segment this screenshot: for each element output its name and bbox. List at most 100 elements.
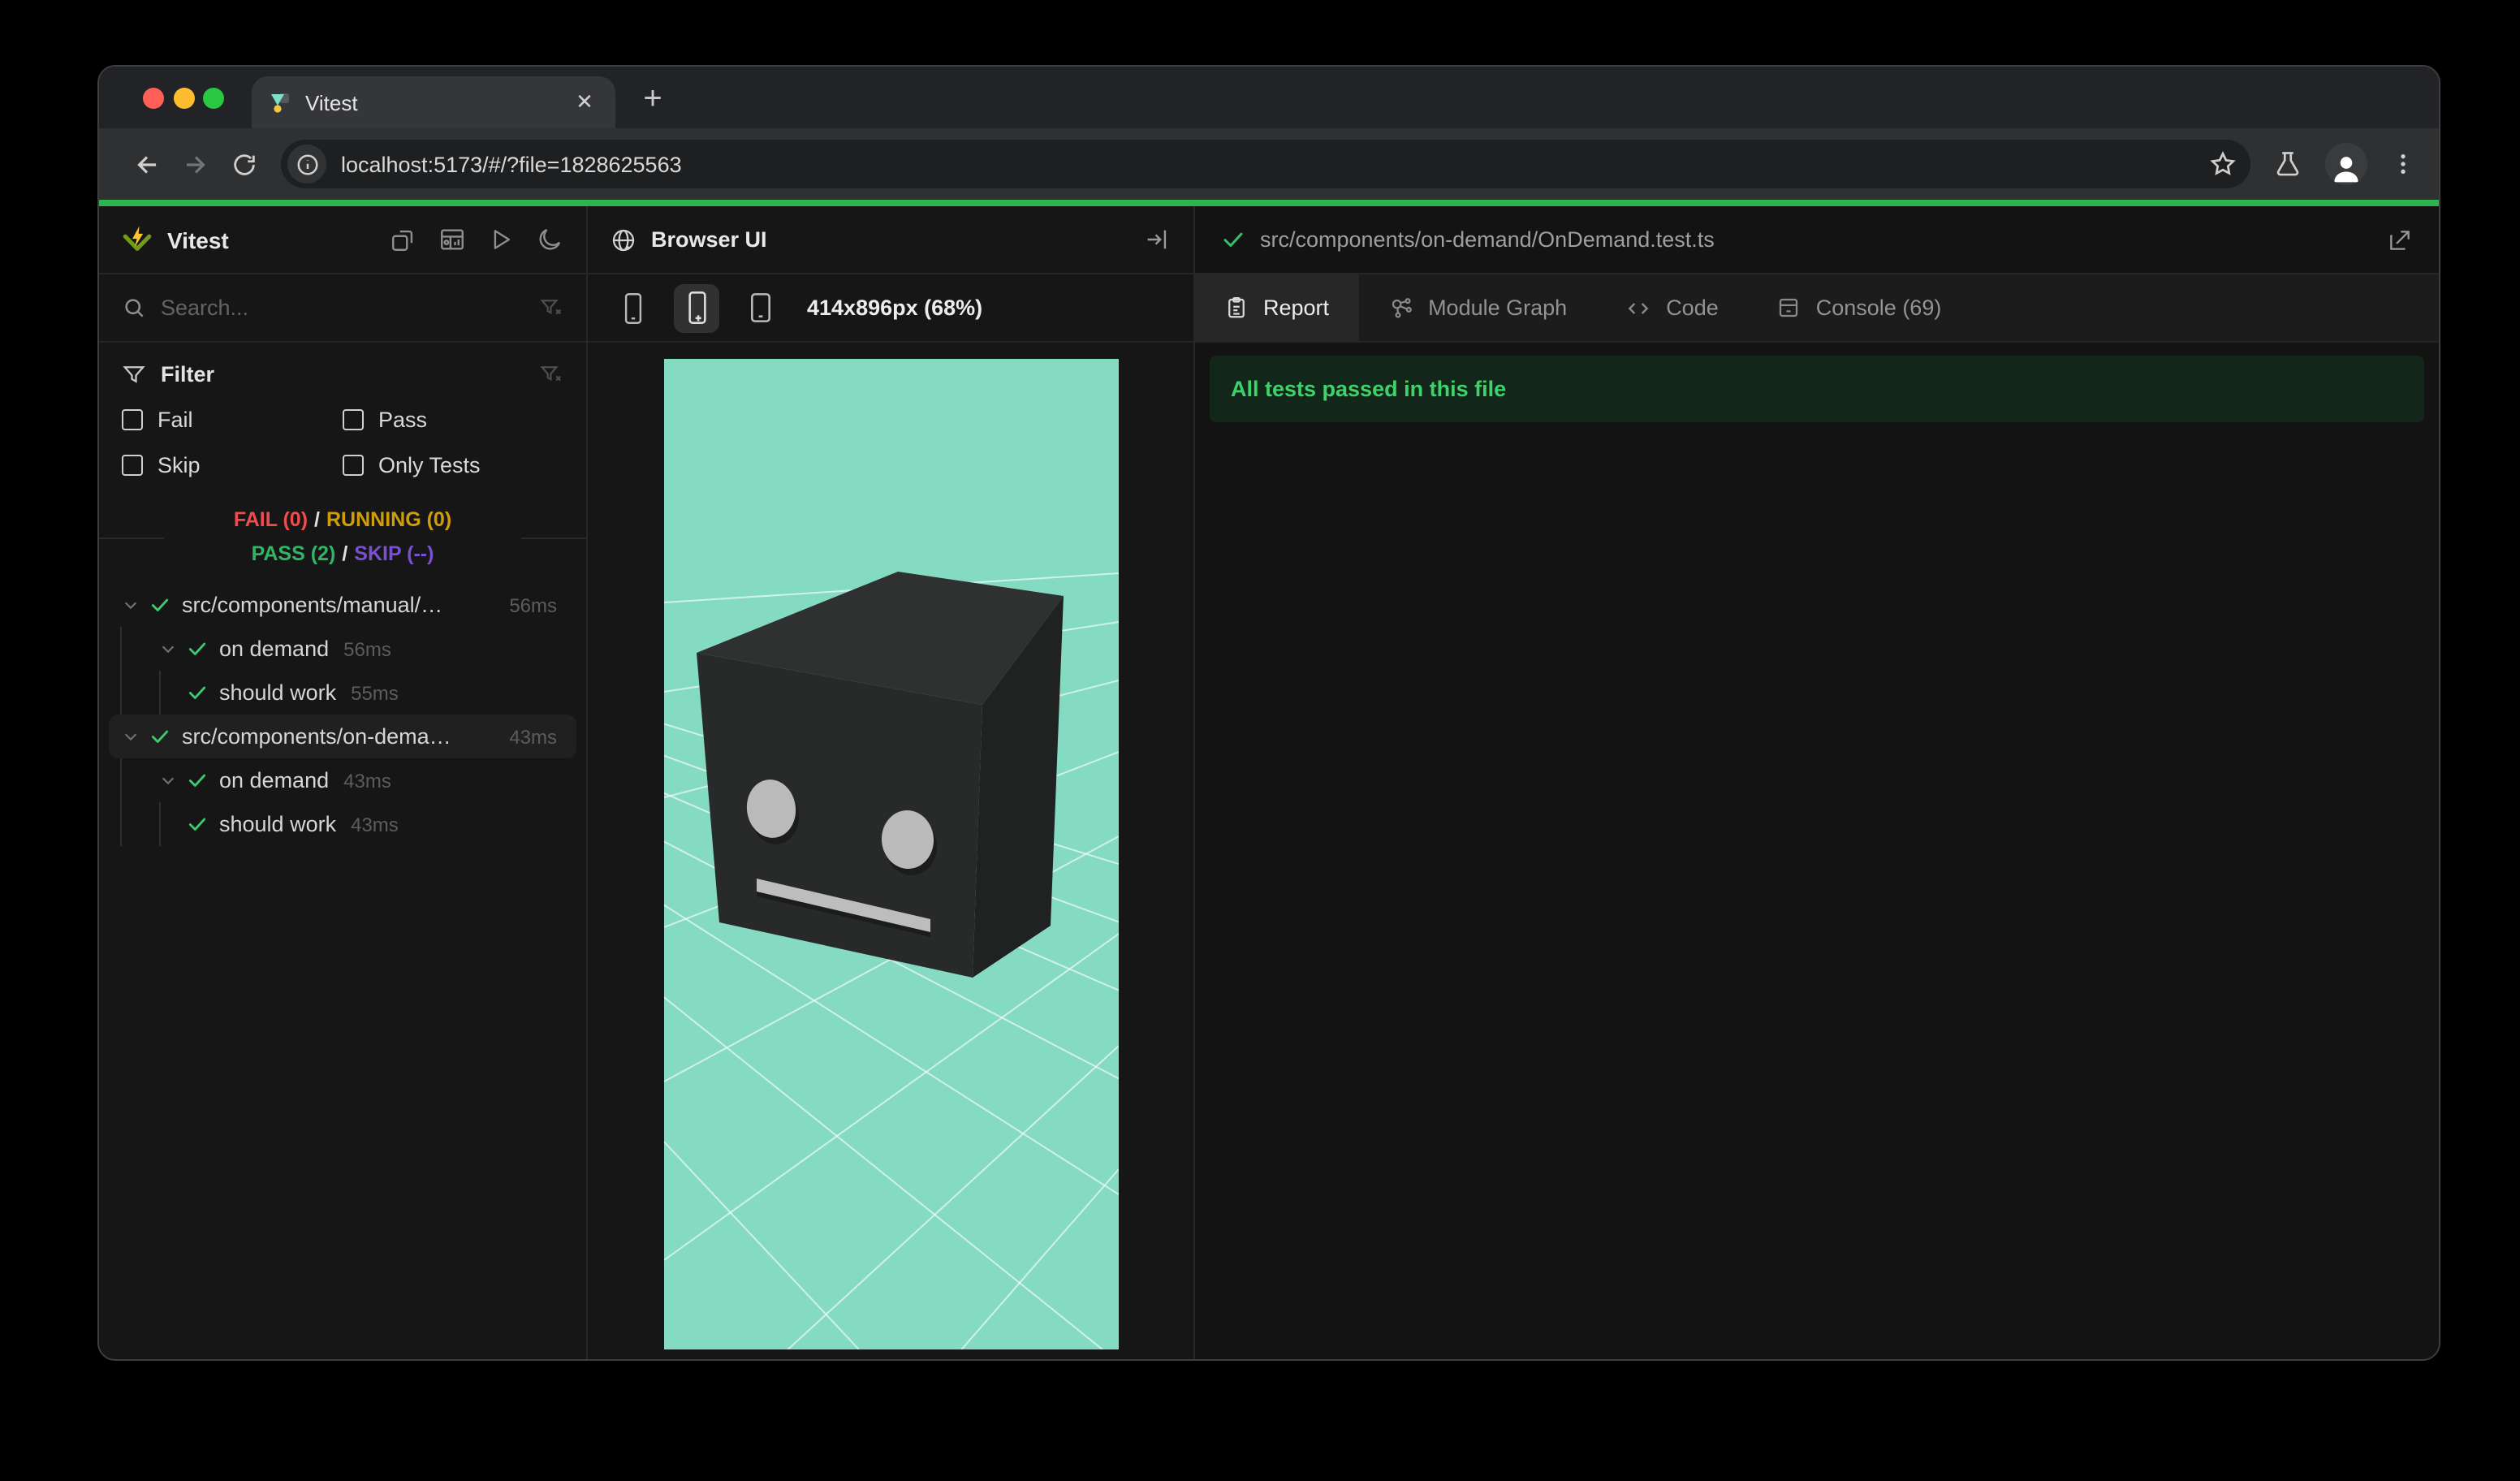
stat-separator: / [342,542,348,565]
filter-option-fail[interactable]: Fail [122,408,343,432]
tab-code[interactable]: Code [1596,274,1748,341]
open-external-icon[interactable] [2387,227,2413,253]
file-path[interactable]: src/components/on-demand/OnDemand.test.t… [1260,227,1715,252]
details-tabbar: Report Module Graph Code Console (69) [1195,274,2439,343]
viewport-size-label: 414x896px (68%) [807,296,983,320]
report-icon [1224,296,1249,320]
hide-panel-icon[interactable] [1143,226,1171,253]
tested-page-viewport[interactable] [664,359,1119,1349]
test-tree: src/components/manual/… 56ms on demand 5… [99,583,586,1359]
test-pass-check-icon [187,638,208,659]
filter-option-pass[interactable]: Pass [343,408,563,432]
filter-checkbox[interactable] [343,409,364,430]
chevron-down-icon[interactable] [122,596,140,614]
browser-toolbar: localhost:5173/#/?file=1828625563 [99,128,2439,200]
3d-cube-scene [664,359,1119,1349]
test-duration: 43ms [351,813,399,835]
chevron-down-icon[interactable] [159,771,177,789]
stat-separator: / [314,508,320,531]
collapse-tests-icon[interactable] [390,226,417,253]
close-window-button[interactable] [143,87,164,108]
test-label: on demand [219,768,330,792]
tree-indent-guide [120,671,122,715]
browser-ui-title: Browser UI [651,227,767,252]
test-tree-row[interactable]: should work 43ms [109,802,576,846]
stats-line-2: PASS (2) / SKIP (--) [99,538,586,572]
experiments-flask-icon[interactable] [2273,149,2302,179]
browser-menu-kebab-icon[interactable] [2390,151,2416,177]
browser-ui-panel: Browser UI 414x896px (68%) [588,206,1195,1359]
filter-option-only-tests[interactable]: Only Tests [343,453,563,477]
device-phone-small-icon[interactable] [611,283,656,332]
code-icon [1625,295,1651,321]
back-icon[interactable] [122,140,170,188]
test-pass-check-icon [187,814,208,835]
filter-checkbox[interactable] [343,455,364,476]
vitest-logo [123,226,152,251]
test-label: should work [219,680,337,705]
browser-tab-vitest[interactable]: Vitest ✕ [252,76,615,128]
device-toolbar: 414x896px (68%) [588,274,1193,343]
graph-icon [1387,295,1413,321]
browser-window: Vitest ✕ + localhost:5173/#/?file=182862… [97,65,2440,1361]
tab-module-graph[interactable]: Module Graph [1358,274,1596,341]
forward-icon[interactable] [170,140,219,188]
address-bar[interactable]: localhost:5173/#/?file=1828625563 [281,140,2250,188]
site-info-icon[interactable] [287,145,326,184]
app-title: Vitest [167,227,229,253]
filter-checkbox[interactable] [122,455,143,476]
new-tab-button[interactable]: + [632,78,674,120]
all-tests-passed-banner: All tests passed in this file [1210,356,2424,422]
tab-close-icon[interactable]: ✕ [570,88,599,117]
bookmark-star-icon[interactable] [2208,149,2237,179]
sidebar: Vitest Search... Filter Fail Pass Skip O… [99,206,588,1359]
device-tablet-icon[interactable] [737,283,783,332]
tab-console-69[interactable]: Console (69) [1748,274,1971,341]
test-tree-row[interactable]: src/components/manual/… 56ms [109,583,576,627]
search-input[interactable] [161,296,539,320]
pass-check-icon [1223,232,1243,247]
search-bar [99,274,586,343]
filter-option-skip[interactable]: Skip [122,453,343,477]
tab-label: Code [1666,296,1719,320]
filter-option-label: Only Tests [378,453,481,477]
test-tree-row[interactable]: src/components/on-dema… 43ms [109,715,576,758]
reload-icon[interactable] [219,140,268,188]
tree-indent-guide [159,802,161,846]
tab-report[interactable]: Report [1195,274,1359,341]
test-tree-row[interactable]: on demand 43ms [109,758,576,802]
test-pass-check-icon [187,770,208,791]
test-tree-row[interactable]: on demand 56ms [109,627,576,671]
sidebar-header: Vitest [99,206,586,274]
filter-title: Filter [161,362,215,386]
test-duration: 43ms [509,725,557,748]
test-label: on demand [219,637,330,661]
chevron-down-icon[interactable] [159,640,177,658]
minimize-window-button[interactable] [173,87,194,108]
globe-icon [612,228,635,251]
dark-mode-moon-icon[interactable] [536,226,563,253]
tab-label: Report [1263,296,1330,320]
dashboard-icon[interactable] [438,226,466,253]
clear-search-filter-icon[interactable] [539,296,563,320]
clear-filter-icon[interactable] [539,362,563,386]
tree-indent-guide [159,671,161,715]
url-text[interactable]: localhost:5173/#/?file=1828625563 [341,152,2208,176]
test-stats: FAIL (0) / RUNNING (0) PASS (2) / SKIP (--) [99,503,586,575]
filter-option-label: Fail [158,408,193,432]
run-all-play-icon[interactable] [487,226,515,253]
test-tree-row[interactable]: should work 55ms [109,671,576,715]
report-content: All tests passed in this file [1195,343,2439,1359]
zoom-window-button[interactable] [203,87,224,108]
profile-avatar[interactable] [2325,143,2367,185]
test-label: should work [219,812,337,836]
browser-tabstrip: Vitest ✕ + [99,67,2439,128]
chevron-down-icon[interactable] [122,728,140,745]
vitest-favicon [271,93,289,113]
tab-label: Console (69) [1815,296,1942,320]
filter-checkbox[interactable] [122,409,143,430]
device-phone-plus-icon[interactable] [674,283,719,332]
test-label: src/components/on-dema… [182,724,451,749]
filter-option-label: Pass [378,408,428,432]
tab-title: Vitest [305,90,358,114]
